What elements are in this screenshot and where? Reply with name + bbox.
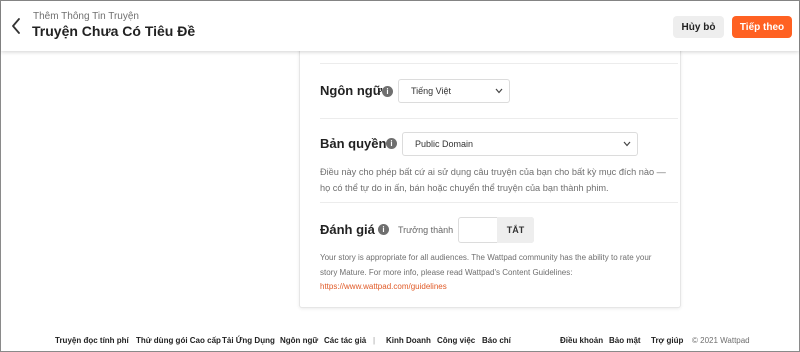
info-icon[interactable]: i xyxy=(378,224,389,235)
cancel-button[interactable]: Hủy bỏ xyxy=(673,16,724,38)
copyright-selected-value: Public Domain xyxy=(415,139,474,149)
divider xyxy=(320,202,678,203)
footer-link-terms[interactable]: Điều khoản xyxy=(560,336,603,345)
info-icon[interactable]: i xyxy=(382,86,393,97)
footer-link-privacy[interactable]: Bảo mật xyxy=(609,336,641,345)
chevron-down-icon xyxy=(623,141,631,147)
mature-label: Trưởng thành xyxy=(398,225,454,235)
copyright-select[interactable]: Public Domain xyxy=(402,132,638,156)
copyright-description: Điều này cho phép bất cứ ai sử dụng câu … xyxy=(320,167,666,193)
footer-link-writers[interactable]: Các tác giả xyxy=(324,336,366,345)
footer-link-get-app[interactable]: Tải Ứng Dụng xyxy=(222,336,275,345)
story-details-card: Ngôn ngữ i Tiếng Việt Bản quyền i Public… xyxy=(299,39,681,308)
footer-separator: | xyxy=(373,336,376,345)
toggle-off-state: TẮT xyxy=(497,217,534,243)
footer-link-jobs[interactable]: Công việc xyxy=(437,336,475,345)
footer-link-press[interactable]: Báo chí xyxy=(482,336,511,345)
chevron-down-icon xyxy=(495,88,503,94)
language-selected-value: Tiếng Việt xyxy=(411,86,452,96)
top-header: Thêm Thông Tin Truyện Truyện Chưa Có Tiê… xyxy=(1,1,799,51)
rating-description: Your story is appropriate for all audien… xyxy=(320,253,652,277)
language-select[interactable]: Tiếng Việt xyxy=(398,79,510,103)
mature-toggle[interactable]: TẮT xyxy=(458,217,534,243)
footer-link-business[interactable]: Kinh Doanh xyxy=(386,336,431,345)
page-subtitle: Thêm Thông Tin Truyện xyxy=(33,11,139,22)
footer-link-try-premium[interactable]: Thử dùng gói Cao cấp xyxy=(136,336,221,345)
copyright-label: Bản quyền xyxy=(320,136,387,151)
footer-copyright: © 2021 Wattpad xyxy=(692,336,750,345)
divider xyxy=(320,118,678,119)
info-icon[interactable]: i xyxy=(386,138,397,149)
guidelines-link[interactable]: https://www.wattpad.com/guidelines xyxy=(320,282,447,291)
footer-link-paid-stories[interactable]: Truyện đọc tính phí xyxy=(55,336,129,345)
rating-label: Đánh giá xyxy=(320,222,375,237)
next-button[interactable]: Tiếp theo xyxy=(732,16,792,38)
divider xyxy=(320,63,678,64)
footer-link-help[interactable]: Trợ giúp xyxy=(651,336,683,345)
footer: Truyện đọc tính phí Thử dùng gói Cao cấp… xyxy=(1,331,799,351)
language-label: Ngôn ngữ xyxy=(320,83,383,98)
back-button[interactable] xyxy=(7,13,25,39)
footer-link-language[interactable]: Ngôn ngữ xyxy=(280,336,318,345)
story-title: Truyện Chưa Có Tiêu Đề xyxy=(32,23,196,39)
chevron-left-icon xyxy=(12,18,20,34)
